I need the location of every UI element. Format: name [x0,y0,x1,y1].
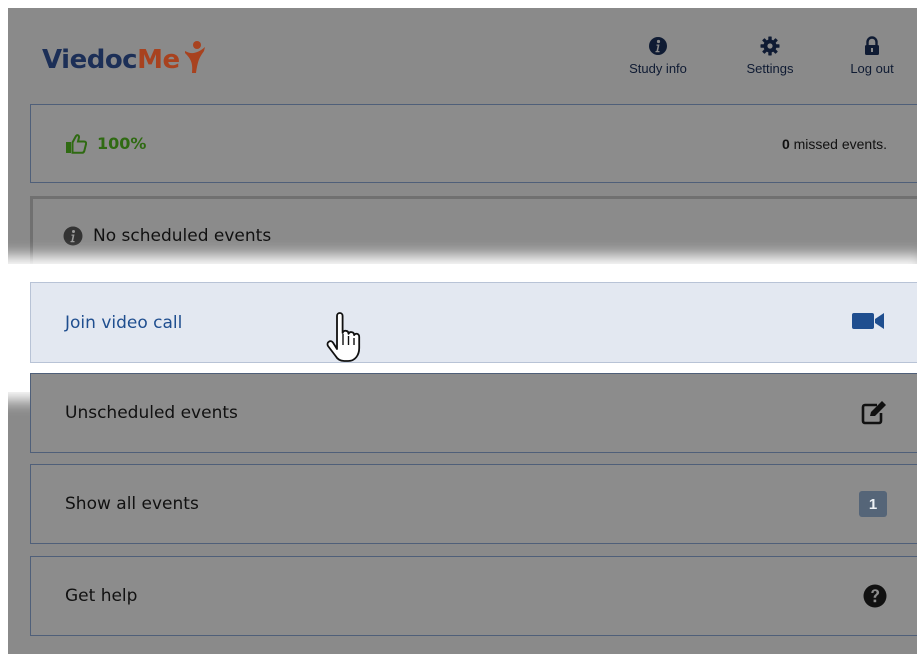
question-circle-icon [863,584,887,608]
viedocme-logo[interactable]: Viedoc Me [42,40,208,80]
nav-settings[interactable]: Settings [732,36,808,76]
info-circle-icon [63,226,83,246]
edit-icon-wrap [861,401,887,425]
video-camera-icon [852,312,884,329]
join-video-call-button[interactable]: Join video call [30,282,917,363]
compliance-percent: 100% [97,134,147,153]
nav-log-out[interactable]: Log out [834,36,910,76]
edit-icon [861,401,886,425]
get-help-label: Get help [65,586,138,606]
show-all-events-label: Show all events [65,494,199,514]
unscheduled-events-card[interactable]: Unscheduled events [30,373,917,453]
missed-events-label: missed events. [793,135,887,152]
unscheduled-events-label: Unscheduled events [65,403,238,423]
logo-text-viedoc: Viedoc [42,45,138,75]
show-all-events-card[interactable]: Show all events 1 [30,464,917,544]
event-count-wrap: 1 [859,491,887,517]
event-count-badge: 1 [859,491,887,517]
no-scheduled-events-label: No scheduled events [93,226,272,246]
header: Viedoc Me Study info Settings Log out [8,8,917,108]
progress-card: 100% 0 missed events. [30,104,917,183]
join-video-call-label: Join video call [65,312,183,333]
nav-study-info[interactable]: Study info [620,36,696,76]
nav-log-out-label: Log out [850,61,894,76]
hand-pointer-cursor-icon [326,312,361,362]
nav-study-info-label: Study info [629,61,687,76]
missed-events-text: 0 missed events. [782,136,887,152]
gear-icon [760,36,780,56]
get-help-card[interactable]: Get help [30,556,917,636]
video-icon-wrap [852,312,884,334]
missed-events-count: 0 [781,135,790,152]
nav-settings-label: Settings [746,61,794,76]
thumbs-up-icon [66,133,87,154]
info-circle-icon [649,37,667,55]
logo-figure-icon [184,41,205,73]
logo-text-me: Me [137,45,180,75]
lock-icon [865,36,879,55]
help-icon-wrap [863,584,887,608]
